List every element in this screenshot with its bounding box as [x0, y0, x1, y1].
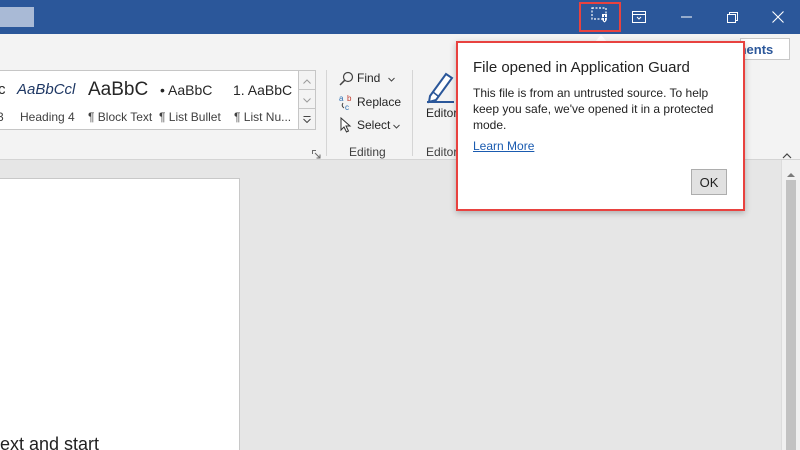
cursor-icon — [337, 116, 355, 134]
quick-access-field[interactable] — [0, 7, 34, 27]
chevron-up-icon — [303, 71, 311, 89]
chevron-down-icon — [388, 71, 396, 85]
group-separator — [326, 70, 327, 156]
style-block-text[interactable]: AaBbC ¶ Block Text — [84, 71, 154, 129]
close-icon — [772, 11, 784, 23]
style-label: ¶ List Bullet — [159, 110, 221, 124]
document-text[interactable]: ext and start — [0, 434, 99, 450]
application-guard-button[interactable] — [579, 2, 621, 32]
search-icon — [337, 69, 355, 87]
restore-button[interactable] — [709, 0, 755, 34]
editing-group-label: Editing — [349, 145, 386, 159]
gallery-up-button[interactable] — [299, 71, 315, 90]
vertical-scrollbar[interactable] — [781, 160, 800, 450]
styles-gallery-scroller — [299, 70, 316, 130]
find-button[interactable]: Find — [337, 68, 396, 88]
style-label: ¶ List Nu... — [234, 110, 292, 124]
style-heading-4[interactable]: AaBbCcl Heading 4 — [13, 71, 83, 129]
callout-body: This file is from an untrusted source. T… — [473, 86, 714, 132]
callout-title: File opened in Application Guard — [473, 59, 690, 76]
minimize-button[interactable] — [663, 0, 709, 34]
select-button[interactable]: Select — [337, 115, 401, 135]
minimize-icon — [680, 16, 692, 18]
application-guard-callout: File opened in Application Guard This fi… — [456, 41, 745, 211]
style-preview: AaBbC — [88, 79, 149, 100]
ribbon-display-options-button[interactable] — [616, 0, 662, 34]
svg-text:a: a — [339, 94, 344, 103]
style-list-number[interactable]: 1. AaBbC ¶ List Nu... — [230, 71, 293, 129]
replace-button[interactable]: abc Replace — [337, 92, 402, 112]
svg-text:b: b — [347, 94, 352, 103]
select-label: Select — [357, 118, 391, 132]
style-label: 3 — [0, 110, 4, 124]
replace-icon: abc — [337, 93, 355, 111]
ribbon-display-icon — [632, 11, 646, 23]
style-item[interactable]: c 3 — [0, 71, 12, 129]
editor-pen-icon[interactable] — [424, 70, 458, 109]
styles-dialog-launcher-icon[interactable] — [312, 146, 321, 164]
replace-label: Replace — [357, 95, 402, 109]
title-bar — [0, 0, 800, 34]
more-icon — [303, 110, 311, 128]
style-preview: 1. AaBbC — [233, 82, 293, 98]
chevron-down-icon — [393, 118, 401, 132]
document-page[interactable] — [0, 178, 240, 450]
style-preview: • AaBbC — [160, 82, 213, 98]
restore-icon — [726, 11, 738, 23]
editor-group-label: Editor — [426, 145, 458, 159]
scrollbar-thumb[interactable] — [786, 180, 796, 450]
close-button[interactable] — [755, 0, 800, 34]
group-separator — [412, 70, 413, 156]
ok-button[interactable]: OK — [691, 169, 727, 195]
style-preview: AaBbCcl — [17, 81, 76, 98]
learn-more-link[interactable]: Learn More — [473, 139, 534, 153]
style-list-bullet[interactable]: • AaBbC ¶ List Bullet — [156, 71, 228, 129]
style-label: ¶ Block Text — [88, 110, 153, 124]
find-label: Find — [357, 71, 381, 85]
editor-button-label[interactable]: Editor — [426, 106, 457, 120]
gallery-down-button[interactable] — [299, 90, 315, 109]
application-guard-icon — [591, 6, 609, 28]
style-label: Heading 4 — [20, 110, 75, 124]
chevron-down-icon — [303, 90, 311, 108]
svg-text:c: c — [345, 103, 349, 111]
gallery-more-button[interactable] — [299, 109, 315, 128]
styles-gallery: c 3 AaBbCcl Heading 4 AaBbC ¶ Block Text… — [0, 70, 299, 130]
style-preview: c — [0, 81, 6, 98]
